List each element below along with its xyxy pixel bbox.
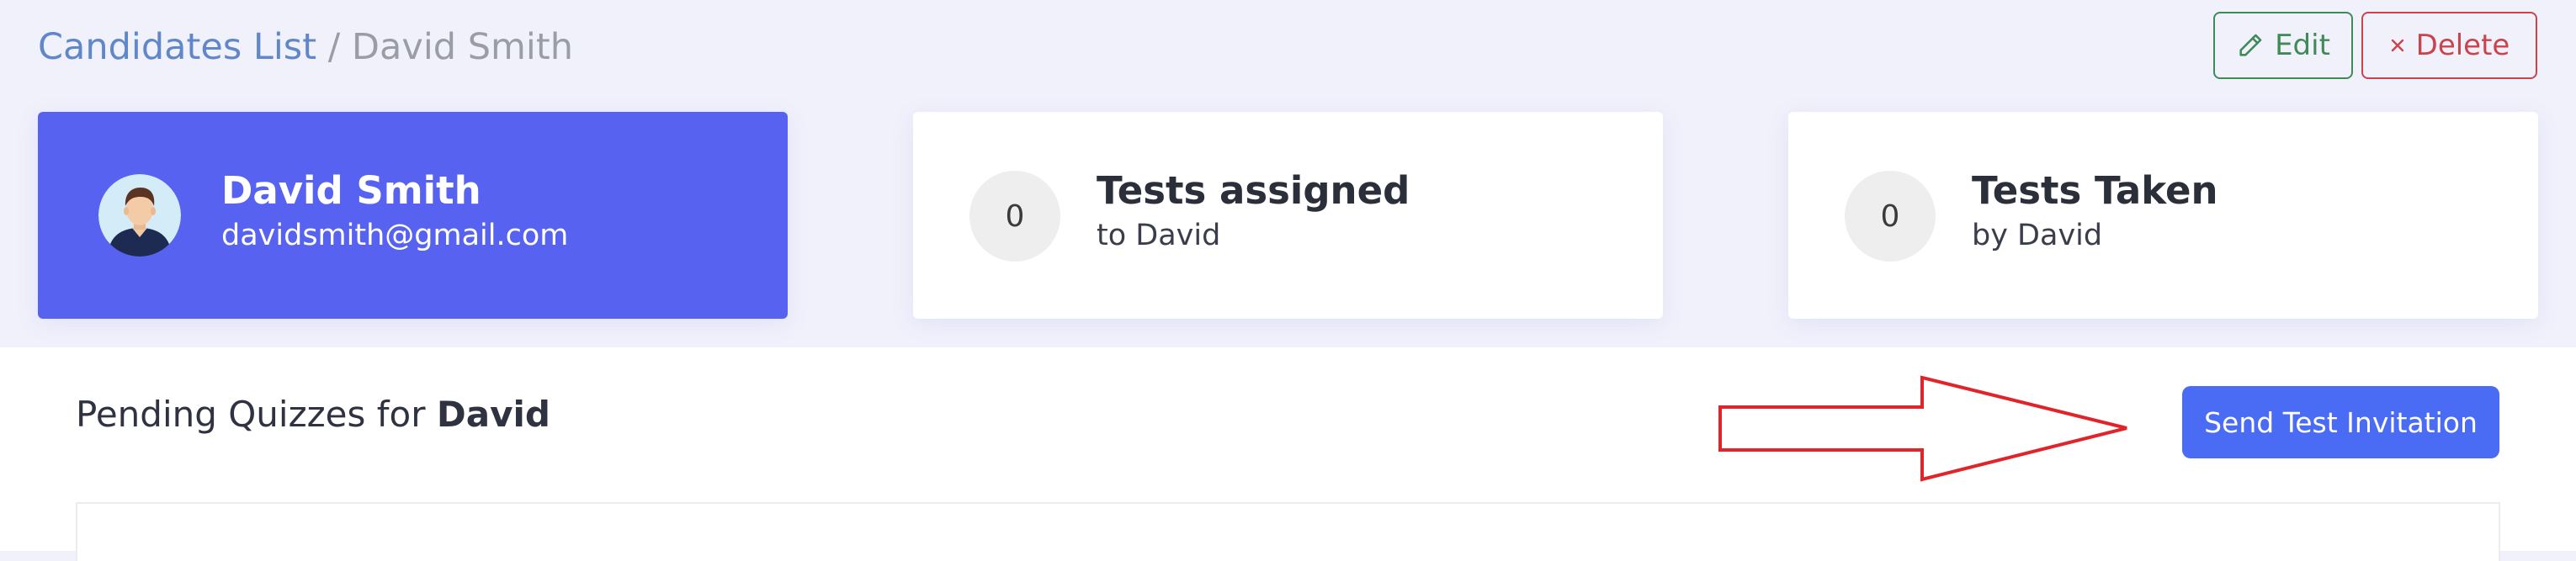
pending-quizzes-panel: Pending Quizzes for David Send Test Invi…	[0, 347, 2576, 561]
pending-quizzes-heading-prefix: Pending Quizzes for	[76, 394, 426, 435]
candidate-profile-card: David Smith davidsmith@gmail.com	[38, 112, 788, 319]
edit-button-label: Edit	[2275, 29, 2330, 62]
tests-taken-count: 0	[1845, 171, 1936, 262]
tests-assigned-count: 0	[969, 171, 1060, 262]
annotation-arrow-icon	[1718, 375, 2127, 482]
send-test-invitation-button[interactable]: Send Test Invitation	[2182, 386, 2499, 458]
delete-button[interactable]: Delete	[2361, 12, 2537, 79]
candidate-name: David Smith	[221, 168, 481, 213]
tests-taken-card: 0 Tests Taken by David	[1788, 112, 2538, 319]
candidate-email: davidsmith@gmail.com	[221, 219, 569, 252]
edit-button[interactable]: Edit	[2213, 12, 2353, 79]
pencil-icon	[2236, 31, 2265, 60]
tests-assigned-card: 0 Tests assigned to David	[913, 112, 1663, 319]
user-avatar	[98, 174, 181, 257]
delete-button-label: Delete	[2415, 29, 2510, 62]
breadcrumb-current: David Smith	[351, 26, 573, 68]
breadcrumb-separator: /	[327, 26, 341, 68]
pending-quizzes-heading: Pending Quizzes for David	[76, 391, 550, 438]
breadcrumb-link-candidates-list[interactable]: Candidates List	[38, 26, 316, 68]
tests-assigned-subtitle: to David	[1097, 219, 1221, 252]
tests-taken-subtitle: by David	[1972, 219, 2103, 252]
close-icon	[2389, 37, 2406, 54]
pending-quizzes-list	[76, 502, 2500, 561]
breadcrumb: Candidates List / David Smith	[38, 22, 573, 72]
pending-quizzes-heading-name: David	[436, 394, 550, 435]
tests-assigned-title: Tests assigned	[1097, 168, 1410, 213]
tests-taken-title: Tests Taken	[1972, 168, 2218, 213]
